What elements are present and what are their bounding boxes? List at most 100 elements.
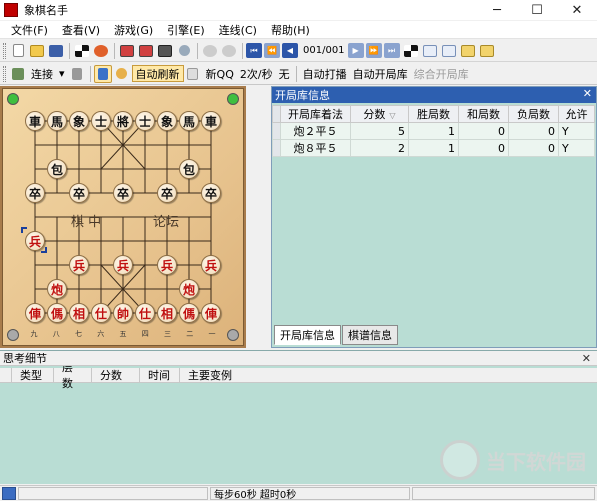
import-icon[interactable] bbox=[478, 42, 496, 60]
black-soldier[interactable]: 卒 bbox=[201, 183, 221, 203]
black-chariot[interactable]: 車 bbox=[25, 111, 45, 131]
menu-help[interactable]: 帮助(H) bbox=[264, 22, 317, 38]
column-header-depth[interactable]: 层数 bbox=[54, 361, 92, 390]
black-cannon[interactable]: 包 bbox=[179, 159, 199, 179]
export-icon[interactable] bbox=[459, 42, 477, 60]
copy-icon[interactable] bbox=[421, 42, 439, 60]
search-icon[interactable] bbox=[175, 42, 193, 60]
cell-allow[interactable]: Y bbox=[558, 122, 595, 140]
column-header-losses[interactable]: 负局数 bbox=[508, 105, 559, 123]
black-cannon[interactable]: 包 bbox=[47, 159, 67, 179]
row-selector[interactable] bbox=[272, 122, 281, 140]
red-soldier[interactable]: 兵 bbox=[201, 255, 221, 275]
row-selector[interactable] bbox=[272, 139, 281, 157]
black-horse[interactable]: 馬 bbox=[47, 111, 67, 131]
menu-engine[interactable]: 引擎(E) bbox=[160, 22, 212, 38]
red-horse[interactable]: 傌 bbox=[47, 303, 67, 323]
cell-allow[interactable]: Y bbox=[558, 139, 595, 157]
refresh-icon[interactable] bbox=[220, 42, 238, 60]
minimize-button[interactable]: ─ bbox=[477, 0, 517, 20]
open-folder-icon[interactable] bbox=[28, 42, 46, 60]
rate-label[interactable]: 2次/秒 bbox=[237, 66, 276, 82]
column-header-draws[interactable]: 和局数 bbox=[458, 105, 509, 123]
qq-label[interactable]: 新QQ bbox=[203, 66, 237, 82]
new-file-icon[interactable] bbox=[9, 42, 27, 60]
close-icon[interactable]: ✕ bbox=[583, 87, 592, 100]
red-cannon[interactable]: 炮 bbox=[47, 279, 67, 299]
prev-move-icon[interactable]: ◀ bbox=[282, 43, 298, 58]
red-cannon[interactable]: 炮 bbox=[179, 279, 199, 299]
red-chariot[interactable]: 俥 bbox=[25, 303, 45, 323]
none-label[interactable]: 无 bbox=[276, 66, 293, 82]
black-soldier[interactable]: 卒 bbox=[25, 183, 45, 203]
tab-record-info[interactable]: 棋谱信息 bbox=[342, 325, 398, 345]
menu-view[interactable]: 查看(V) bbox=[55, 22, 107, 38]
magnifier-icon[interactable] bbox=[113, 65, 131, 83]
column-header-move[interactable]: 开局库着法 bbox=[280, 105, 351, 123]
auto-opening-button[interactable]: 自动开局库 bbox=[350, 66, 411, 82]
next-ten-icon[interactable]: ⏩ bbox=[365, 43, 382, 58]
close-button[interactable]: ✕ bbox=[557, 0, 597, 20]
red-elephant[interactable]: 相 bbox=[157, 303, 177, 323]
paste-icon[interactable] bbox=[440, 42, 458, 60]
trophy-icon[interactable] bbox=[68, 65, 86, 83]
column-header-score[interactable]: 分数 bbox=[92, 368, 140, 382]
monitor-red-icon[interactable] bbox=[118, 42, 136, 60]
red-soldier[interactable]: 兵 bbox=[157, 255, 177, 275]
next-move-icon[interactable]: ▶ bbox=[347, 43, 364, 58]
combined-opening-button[interactable]: 综合开局库 bbox=[411, 66, 472, 82]
column-header-time[interactable]: 时间 bbox=[140, 368, 180, 382]
flip-board-icon[interactable] bbox=[402, 42, 420, 60]
toolbar-grip[interactable] bbox=[3, 65, 6, 82]
board-edit-icon[interactable] bbox=[73, 42, 91, 60]
first-move-icon[interactable]: ⏮ bbox=[246, 43, 262, 58]
black-horse[interactable]: 馬 bbox=[179, 111, 199, 131]
black-chariot[interactable]: 車 bbox=[201, 111, 221, 131]
column-header-score[interactable]: 分数 ▽ bbox=[350, 105, 409, 123]
red-advisor[interactable]: 仕 bbox=[91, 303, 111, 323]
shield-icon[interactable] bbox=[93, 64, 112, 83]
menu-file[interactable]: 文件(F) bbox=[4, 22, 55, 38]
auto-refresh-button[interactable]: 自动刷新 bbox=[131, 65, 184, 82]
toolbar-grip[interactable] bbox=[3, 42, 6, 59]
dropdown-arrow-icon[interactable]: ▾ bbox=[56, 67, 68, 80]
red-soldier[interactable]: 兵 bbox=[113, 255, 133, 275]
column-header-type[interactable]: 类型 bbox=[12, 368, 54, 382]
red-soldier[interactable]: 兵 bbox=[69, 255, 89, 275]
red-advisor[interactable]: 仕 bbox=[135, 303, 155, 323]
xiangqi-board[interactable]: 棋 中 论坛 車 馬 象 士 將 士 象 馬 車 包 包 卒 卒 卒 卒 卒 兵 bbox=[2, 88, 244, 346]
menu-connect[interactable]: 连线(C) bbox=[212, 22, 264, 38]
column-header-allow[interactable]: 允许 bbox=[558, 105, 595, 123]
red-general[interactable]: 帥 bbox=[113, 303, 133, 323]
table-row[interactable]: 炮２平５ 5 1 0 0 Y bbox=[272, 122, 595, 140]
save-icon[interactable] bbox=[47, 42, 65, 60]
black-soldier[interactable]: 卒 bbox=[157, 183, 177, 203]
column-header-main-line[interactable]: 主要变例 bbox=[180, 368, 240, 382]
red-horse[interactable]: 傌 bbox=[179, 303, 199, 323]
stop-icon[interactable] bbox=[201, 42, 219, 60]
black-advisor[interactable]: 士 bbox=[91, 111, 111, 131]
refresh-small-icon[interactable] bbox=[184, 65, 202, 83]
monitor-icon[interactable] bbox=[156, 42, 174, 60]
black-advisor[interactable]: 士 bbox=[135, 111, 155, 131]
black-soldier[interactable]: 卒 bbox=[113, 183, 133, 203]
last-move-icon[interactable]: ⏭ bbox=[383, 43, 400, 58]
table-row[interactable]: 炮８平５ 2 1 0 0 Y bbox=[272, 139, 595, 157]
alarm-clock-icon[interactable] bbox=[92, 42, 110, 60]
auto-play-button[interactable]: 自动打播 bbox=[300, 66, 350, 82]
black-elephant[interactable]: 象 bbox=[157, 111, 177, 131]
connect-button[interactable]: 连接 bbox=[28, 66, 56, 82]
red-elephant[interactable]: 相 bbox=[69, 303, 89, 323]
black-elephant[interactable]: 象 bbox=[69, 111, 89, 131]
maximize-button[interactable]: ☐ bbox=[517, 0, 557, 20]
black-general[interactable]: 將 bbox=[113, 111, 133, 131]
red-chariot[interactable]: 俥 bbox=[201, 303, 221, 323]
black-soldier[interactable]: 卒 bbox=[69, 183, 89, 203]
menu-game[interactable]: 游戏(G) bbox=[107, 22, 160, 38]
connect-icon[interactable] bbox=[9, 65, 27, 83]
monitor-red2-icon[interactable] bbox=[137, 42, 155, 60]
tab-opening-info[interactable]: 开局库信息 bbox=[274, 325, 341, 345]
close-icon[interactable]: ✕ bbox=[582, 352, 591, 365]
prev-ten-icon[interactable]: ⏪ bbox=[264, 43, 280, 58]
column-header-wins[interactable]: 胜局数 bbox=[408, 105, 459, 123]
